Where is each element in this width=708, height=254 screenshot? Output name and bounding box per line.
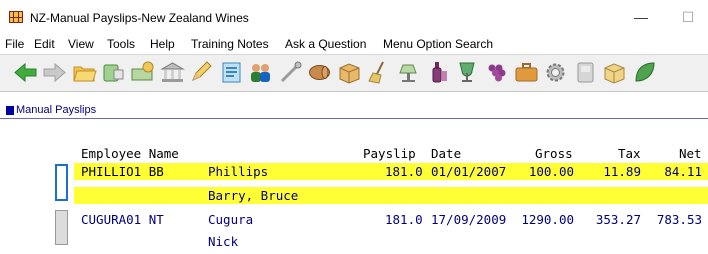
maximize-button[interactable]: ☐	[673, 6, 703, 28]
window-title: NZ-Manual Payslips-New Zealand Wines	[30, 11, 249, 25]
grapes-icon[interactable]	[483, 59, 510, 86]
row-selector[interactable]	[55, 210, 68, 245]
column-header-gross[interactable]: Gross	[535, 146, 573, 161]
column-header-tax[interactable]: Tax	[618, 146, 641, 161]
pencil-icon[interactable]	[188, 59, 215, 86]
app-window: NZ-Manual Payslips-New Zealand Wines — ☐…	[0, 0, 708, 254]
employee-surname: Phillips	[208, 164, 269, 179]
tax-amount: 11.89	[603, 164, 641, 179]
bottle-icon[interactable]	[424, 59, 451, 86]
column-header-payslip[interactable]: Payslip	[363, 146, 416, 161]
forward-arrow-icon[interactable]	[41, 59, 68, 86]
table-row-highlight	[74, 187, 708, 204]
payslip-number: 181.0	[385, 164, 423, 179]
leaf-icon[interactable]	[631, 59, 658, 86]
title-bar: NZ-Manual Payslips-New Zealand Wines — ☐	[0, 0, 708, 34]
payslip-grid: Employee Name Payslip Date Gross Tax Net…	[0, 118, 708, 254]
minimize-button[interactable]: —	[626, 6, 656, 28]
people-icon[interactable]	[247, 59, 274, 86]
column-header-date[interactable]: Date	[431, 146, 461, 161]
payslip-number: 181.0	[385, 212, 423, 227]
menu-help[interactable]: Help	[150, 37, 175, 51]
wine-glass-icon[interactable]	[454, 59, 481, 86]
gear-icon[interactable]	[542, 59, 569, 86]
document-icon[interactable]	[218, 59, 245, 86]
column-header-net[interactable]: Net	[679, 146, 702, 161]
tax-amount: 353.27	[595, 212, 641, 227]
menu-option-search[interactable]: Menu Option Search	[383, 37, 493, 51]
form-icon	[6, 106, 14, 115]
phone-order-icon[interactable]	[100, 59, 127, 86]
menu-view[interactable]: View	[68, 37, 94, 51]
menu-file[interactable]: File	[5, 37, 24, 51]
tools-icon[interactable]	[277, 59, 304, 86]
menu-training-notes[interactable]: Training Notes	[191, 37, 269, 51]
menu-ask-a-question[interactable]: Ask a Question	[285, 37, 366, 51]
gross-amount: 1290.00	[521, 212, 574, 227]
payslip-date: 01/01/2007	[431, 164, 507, 179]
toolbar	[0, 54, 708, 92]
payslip-date: 17/09/2009	[431, 212, 507, 227]
briefcase-icon[interactable]	[513, 59, 540, 86]
menu-bar: File Edit View Tools Help Training Notes…	[0, 34, 708, 54]
menu-edit[interactable]: Edit	[34, 37, 55, 51]
back-arrow-icon[interactable]	[12, 59, 39, 86]
net-amount: 783.53	[656, 212, 702, 227]
employee-surname: Cugura	[208, 212, 254, 227]
window-icon[interactable]	[572, 59, 599, 86]
column-header-employee-name[interactable]: Employee Name	[81, 146, 179, 161]
bank-icon[interactable]	[159, 59, 186, 86]
employee-code: CUGURA01 NT	[81, 212, 164, 227]
menu-tools[interactable]: Tools	[107, 37, 135, 51]
app-logo-icon	[9, 11, 23, 23]
employee-code: PHILLIO1 BB	[81, 164, 164, 179]
form-title: Manual Payslips	[16, 104, 97, 116]
payment-icon[interactable]	[129, 59, 156, 86]
broom-icon[interactable]	[365, 59, 392, 86]
package-icon[interactable]	[336, 59, 363, 86]
lamp-icon[interactable]	[395, 59, 422, 86]
row-selector[interactable]	[55, 164, 68, 201]
folder-icon[interactable]	[71, 59, 98, 86]
gross-amount: 100.00	[528, 164, 574, 179]
employee-given-names: Nick	[208, 234, 239, 249]
box-icon[interactable]	[601, 59, 628, 86]
net-amount: 84.11	[664, 164, 702, 179]
form-caption-bar: Manual Payslips	[0, 104, 708, 119]
barrel-icon[interactable]	[306, 59, 333, 86]
employee-given-names: Barry, Bruce	[208, 188, 299, 203]
